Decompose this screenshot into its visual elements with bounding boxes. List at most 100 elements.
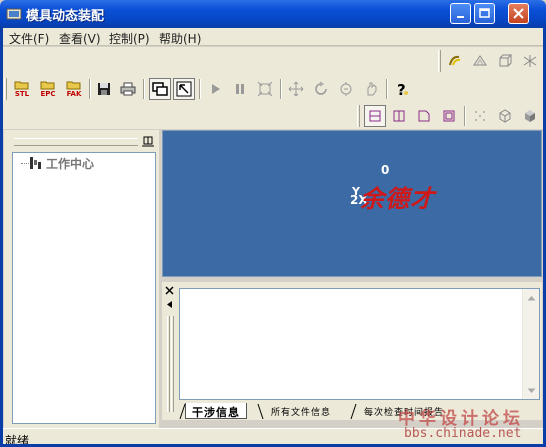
hand-icon	[367, 82, 377, 96]
toolbar-grip[interactable]	[438, 50, 441, 72]
status-text: 就绪	[5, 434, 30, 447]
toolbar-grip[interactable]	[357, 105, 360, 127]
save-button[interactable]	[93, 78, 115, 100]
toolbar-grip[interactable]	[4, 78, 7, 100]
scroll-down-button[interactable]	[524, 383, 539, 398]
folder-icon	[40, 81, 55, 90]
help-button[interactable]: ?	[391, 78, 413, 100]
pan-button[interactable]	[285, 78, 307, 100]
panel-grip[interactable]	[14, 138, 138, 146]
surface-d-button[interactable]	[519, 50, 541, 72]
windows-icon	[152, 82, 168, 96]
window-mode-button[interactable]	[149, 78, 171, 100]
app-icon	[6, 8, 22, 20]
tree-root-label[interactable]: 工作中心	[46, 155, 94, 172]
tab-all-files[interactable]: 所有文件信息	[265, 403, 337, 419]
shaded-cube-icon	[525, 110, 535, 122]
toolbar-separator	[89, 79, 91, 99]
surface-a-icon	[449, 55, 461, 66]
tab-divider	[257, 403, 264, 419]
panel-grip[interactable]	[167, 316, 170, 412]
save-icon	[98, 83, 110, 95]
panel-pin-button[interactable]	[142, 135, 154, 147]
surface-c-icon	[499, 54, 513, 67]
arrow-up-icon	[527, 295, 536, 300]
stl-label: STL	[14, 90, 30, 98]
view-toolbar	[0, 103, 546, 129]
title-bar: 模具动态装配	[0, 0, 546, 28]
open-fak-button[interactable]: FAK	[63, 78, 85, 100]
toolbar-separator	[199, 79, 201, 99]
fit-view-icon	[257, 81, 273, 97]
menu-help[interactable]: 帮助(H)	[159, 30, 201, 47]
view-points-button[interactable]	[469, 105, 491, 127]
open-epc-button[interactable]: EPC	[37, 78, 59, 100]
window-title: 模具动态装配	[26, 9, 105, 24]
tree-connector	[21, 163, 29, 164]
viewport-3d[interactable]: 0 Y 2X 余德才	[162, 130, 542, 277]
workspace-tree[interactable]: 工作中心	[12, 152, 156, 424]
workcenter-icon	[30, 157, 41, 169]
view-back-icon	[443, 110, 455, 122]
rotate-button[interactable]	[310, 78, 332, 100]
forum-url: bbs.chinade.net	[404, 426, 522, 441]
tab-divider	[350, 403, 357, 419]
workspace-panel: 工作中心	[4, 130, 159, 428]
close-button[interactable]	[508, 3, 529, 24]
folder-icon	[66, 81, 81, 90]
menu-control[interactable]: 控制(P)	[109, 30, 150, 47]
rotate-icon	[315, 81, 327, 95]
zoom-button[interactable]	[335, 78, 357, 100]
maximize-icon	[479, 8, 490, 18]
pause-icon	[236, 84, 244, 94]
output-panel: 干涉信息 所有文件信息 每次检查时间报告	[162, 282, 542, 420]
view-side-button[interactable]	[388, 105, 410, 127]
maximize-button[interactable]	[474, 3, 495, 24]
view-front-icon	[369, 110, 381, 122]
panel-grip[interactable]	[171, 316, 174, 412]
fit-view-button[interactable]	[254, 78, 276, 100]
folder-icon	[14, 81, 29, 90]
pin-icon	[142, 136, 154, 147]
pan-icon	[288, 81, 304, 97]
menu-file[interactable]: 文件(F)	[9, 30, 49, 47]
tab-interference[interactable]: 干涉信息	[185, 403, 247, 419]
view-shaded-button[interactable]	[519, 105, 541, 127]
panel-collapse-button[interactable]	[164, 300, 175, 311]
view-top-icon	[418, 110, 430, 122]
triangle-left-icon	[167, 301, 172, 308]
scroll-up-button[interactable]	[524, 290, 539, 305]
view-top-button[interactable]	[413, 105, 435, 127]
author-overlay: 余德才	[360, 184, 435, 213]
play-icon	[212, 84, 220, 94]
toolbar-separator	[143, 79, 145, 99]
surface-a-button[interactable]	[444, 50, 466, 72]
pause-button[interactable]	[229, 78, 251, 100]
minimize-button[interactable]	[450, 3, 471, 24]
close-icon	[165, 286, 174, 295]
output-textarea[interactable]	[179, 288, 540, 400]
menu-view[interactable]: 查看(V)	[59, 30, 101, 47]
points-icon	[475, 111, 485, 121]
panel-close-button[interactable]	[164, 286, 175, 297]
vertical-scrollbar[interactable]	[522, 289, 539, 399]
origin-label: 0	[381, 163, 390, 177]
surface-b-button[interactable]	[469, 50, 491, 72]
open-stl-button[interactable]: STL	[11, 78, 33, 100]
view-back-button[interactable]	[438, 105, 460, 127]
surface-d-icon	[523, 55, 537, 67]
surface-c-button[interactable]	[494, 50, 516, 72]
view-front-button[interactable]	[364, 105, 386, 127]
hand-button[interactable]	[360, 78, 382, 100]
view-side-icon	[393, 110, 405, 122]
print-button[interactable]	[117, 78, 139, 100]
toolbar-separator	[280, 79, 282, 99]
svg-text:?: ?	[397, 81, 406, 97]
play-button[interactable]	[204, 78, 226, 100]
forum-watermark: 中华设计论坛 bbs.chinade.net	[398, 404, 542, 444]
select-arrow-icon	[176, 81, 192, 97]
fak-label: FAK	[66, 90, 82, 98]
view-wireframe-button[interactable]	[494, 105, 516, 127]
select-mode-button[interactable]	[173, 78, 195, 100]
help-icon: ?	[397, 81, 408, 97]
